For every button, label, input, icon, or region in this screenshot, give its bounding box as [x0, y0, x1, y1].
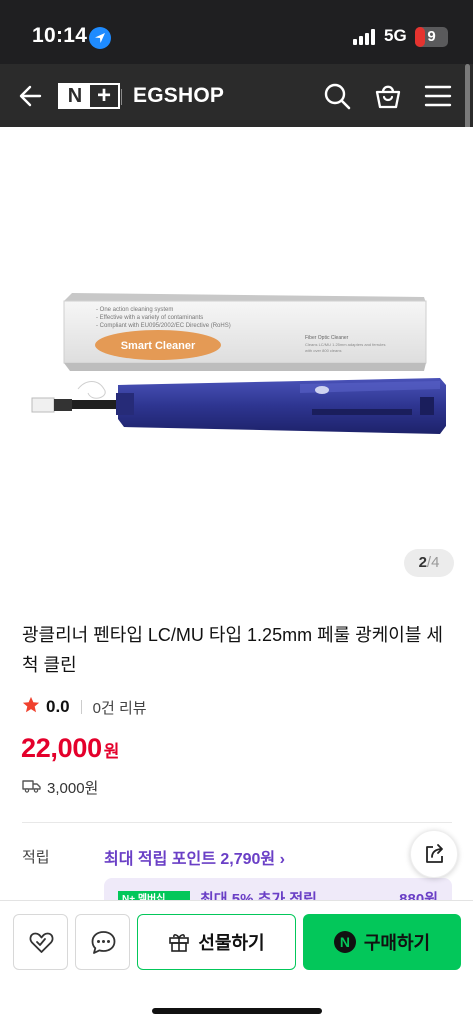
header-divider	[121, 89, 122, 105]
search-icon[interactable]	[323, 82, 351, 115]
network-label: 5G	[384, 26, 407, 45]
box-bullet-1: - One action cleaning system	[96, 307, 173, 313]
rating-divider	[80, 700, 82, 714]
max-points-link[interactable]: 최대 적립 포인트 2,790원 ›	[104, 845, 285, 869]
heart-check-icon	[29, 932, 54, 953]
box-side-text-1: Cleans LC/MU 1.25mm adapters and ferrule…	[305, 342, 385, 347]
buy-button-label: 구매하기	[363, 933, 431, 953]
battery-icon: 9	[415, 27, 448, 47]
shopping-bag-icon[interactable]	[373, 81, 403, 116]
box-side-text-2: with over 800 cleans	[305, 348, 341, 353]
share-button[interactable]	[410, 830, 458, 878]
section-divider	[22, 822, 452, 823]
image-page-counter: 2/4	[404, 549, 454, 577]
naver-pay-icon: N	[333, 931, 356, 953]
box-bullet-2: - Effective with a variety of contaminan…	[96, 315, 203, 321]
talk-talk-button[interactable]	[75, 914, 130, 970]
box-side-title: Fiber Optic Cleaner	[305, 335, 349, 341]
rating-value: 0.0	[46, 697, 70, 716]
total-image-count: 4	[431, 554, 440, 571]
signal-icon	[353, 29, 379, 45]
naver-plus-logo[interactable]: N +	[58, 83, 120, 109]
top-navigation-bar: N + EGSHOP	[0, 64, 473, 127]
current-image-index: 2	[418, 554, 427, 571]
share-icon	[426, 844, 443, 863]
logo-n: N	[60, 85, 90, 107]
battery-level-label: 9	[427, 28, 436, 45]
price-value: 22,000	[21, 733, 102, 763]
bottom-action-bar: 선물하기 N 구매하기	[0, 900, 473, 1024]
gift-button[interactable]: 선물하기	[137, 914, 296, 970]
star-icon	[22, 696, 40, 719]
logo-plus: +	[90, 84, 118, 108]
points-label: 적립	[22, 849, 50, 866]
price-unit: 원	[103, 742, 120, 761]
review-count[interactable]: 0건 리뷰	[93, 697, 147, 718]
product-image-gallery[interactable]: - One action cleaning system - Effective…	[0, 127, 473, 587]
status-bar: 10:14 5G 9	[0, 0, 473, 64]
price: 22,000 원	[21, 733, 119, 764]
rating-row[interactable]: 0.0 0건 리뷰	[22, 696, 147, 718]
back-arrow-icon[interactable]	[18, 84, 44, 113]
box-label: Smart Cleaner	[121, 340, 196, 352]
store-name[interactable]: EGSHOP	[133, 84, 224, 108]
product-photo: - One action cleaning system - Effective…	[31, 293, 446, 434]
box-bullet-3: - Compliant with EU095/2002/EC Directive…	[96, 323, 231, 329]
chat-bubble-icon	[91, 931, 116, 954]
shipping-fee: 3,000원	[22, 777, 98, 798]
gift-button-label: 선물하기	[198, 933, 265, 953]
chevron-right-icon: ›	[279, 851, 285, 868]
status-time: 10:14	[32, 24, 88, 47]
shipping-fee-value: 3,000원	[47, 780, 99, 797]
product-title: 광클리너 펜타입 LC/MU 타입 1.25mm 페룰 광케이블 세척 클린	[22, 625, 443, 675]
gift-icon	[169, 934, 190, 952]
delivery-truck-icon	[22, 779, 47, 797]
wishlist-button[interactable]	[13, 914, 68, 970]
location-arrow-icon	[89, 27, 111, 49]
buy-button[interactable]: N 구매하기	[303, 914, 461, 970]
max-points-text: 최대 적립 포인트 2,790원	[104, 851, 276, 868]
home-indicator[interactable]	[152, 1008, 322, 1014]
hamburger-menu-icon[interactable]	[424, 84, 452, 113]
